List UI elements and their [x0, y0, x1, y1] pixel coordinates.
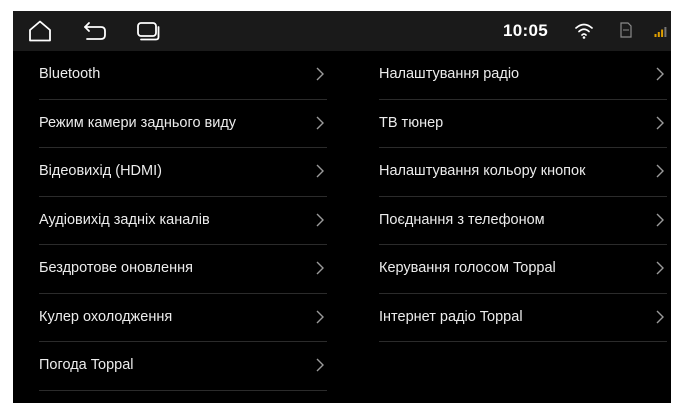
chevron-right-icon [316, 261, 324, 275]
settings-item-weather[interactable]: Погода Toppal [39, 342, 327, 391]
settings-item-label: Налаштування кольору кнопок [379, 163, 586, 179]
back-icon [84, 22, 106, 40]
settings-item-label: ТВ тюнер [379, 114, 444, 131]
signal-icon [654, 27, 667, 37]
chevron-right-icon [656, 213, 664, 226]
recent-apps-button[interactable] [131, 17, 165, 45]
chevron-right-icon [316, 116, 324, 129]
settings-item-cooling-fan[interactable]: Кулер охолодження [39, 294, 327, 342]
settings-item-label: Відеовихід (HDMI) [39, 163, 162, 179]
settings-item-label: Погода Toppal [39, 357, 134, 373]
settings-item-phone-link[interactable]: Поєднання з телефоном [379, 197, 667, 245]
chevron-right-icon [316, 164, 324, 178]
chevron-right-icon [316, 358, 324, 372]
chevron-right-icon [656, 310, 664, 323]
settings-item-radio[interactable]: Налаштування радіо [379, 51, 667, 100]
sd-card-icon [620, 22, 632, 38]
settings-item-label: Bluetooth [39, 66, 101, 82]
settings-item-label: Режим камери заднього виду [39, 114, 237, 131]
head-unit-screen: 10:05 Bluetooth Режим камери заднього ви… [13, 11, 671, 403]
chevron-right-icon [656, 164, 664, 178]
recent-apps-icon [137, 22, 160, 41]
settings-item-label: Інтернет радіо Toppal [379, 308, 523, 325]
chevron-right-icon [316, 213, 324, 226]
settings-item-rear-camera[interactable]: Режим камери заднього виду [39, 100, 327, 148]
settings-column-left: Bluetooth Режим камери заднього виду Від… [39, 51, 327, 391]
settings-item-tv-tuner[interactable]: ТВ тюнер [379, 100, 667, 148]
back-button[interactable] [78, 17, 112, 45]
settings-item-label: Бездротове оновлення [39, 260, 193, 276]
chevron-right-icon [656, 67, 664, 81]
clock: 10:05 [503, 21, 548, 40]
settings-item-wireless-update[interactable]: Бездротове оновлення [39, 245, 327, 294]
settings-item-label: Поєднання з телефоном [379, 211, 545, 228]
settings-item-button-color[interactable]: Налаштування кольору кнопок [379, 148, 667, 197]
settings-item-voice-control[interactable]: Керування голосом Toppal [379, 245, 667, 294]
settings-item-rear-audio[interactable]: Аудіовихід задніх каналів [39, 197, 327, 245]
settings-item-internet-radio[interactable]: Інтернет радіо Toppal [379, 294, 667, 342]
settings-item-label: Аудіовихід задніх каналів [39, 211, 210, 228]
settings-item-hdmi-output[interactable]: Відеовихід (HDMI) [39, 148, 327, 197]
chevron-right-icon [656, 116, 664, 129]
home-icon [29, 20, 51, 42]
chevron-right-icon [316, 67, 324, 81]
chevron-right-icon [656, 261, 664, 275]
settings-item-bluetooth[interactable]: Bluetooth [39, 51, 327, 100]
chevron-right-icon [316, 310, 324, 323]
settings-column-right: Налаштування радіо ТВ тюнер Налаштування… [379, 51, 667, 342]
home-button[interactable] [23, 17, 57, 45]
status-bar: 10:05 [13, 11, 671, 51]
wifi-icon [575, 23, 593, 39]
settings-item-label: Керування голосом Toppal [379, 260, 556, 276]
settings-item-label: Налаштування радіо [379, 66, 520, 82]
settings-item-label: Кулер охолодження [39, 308, 173, 325]
